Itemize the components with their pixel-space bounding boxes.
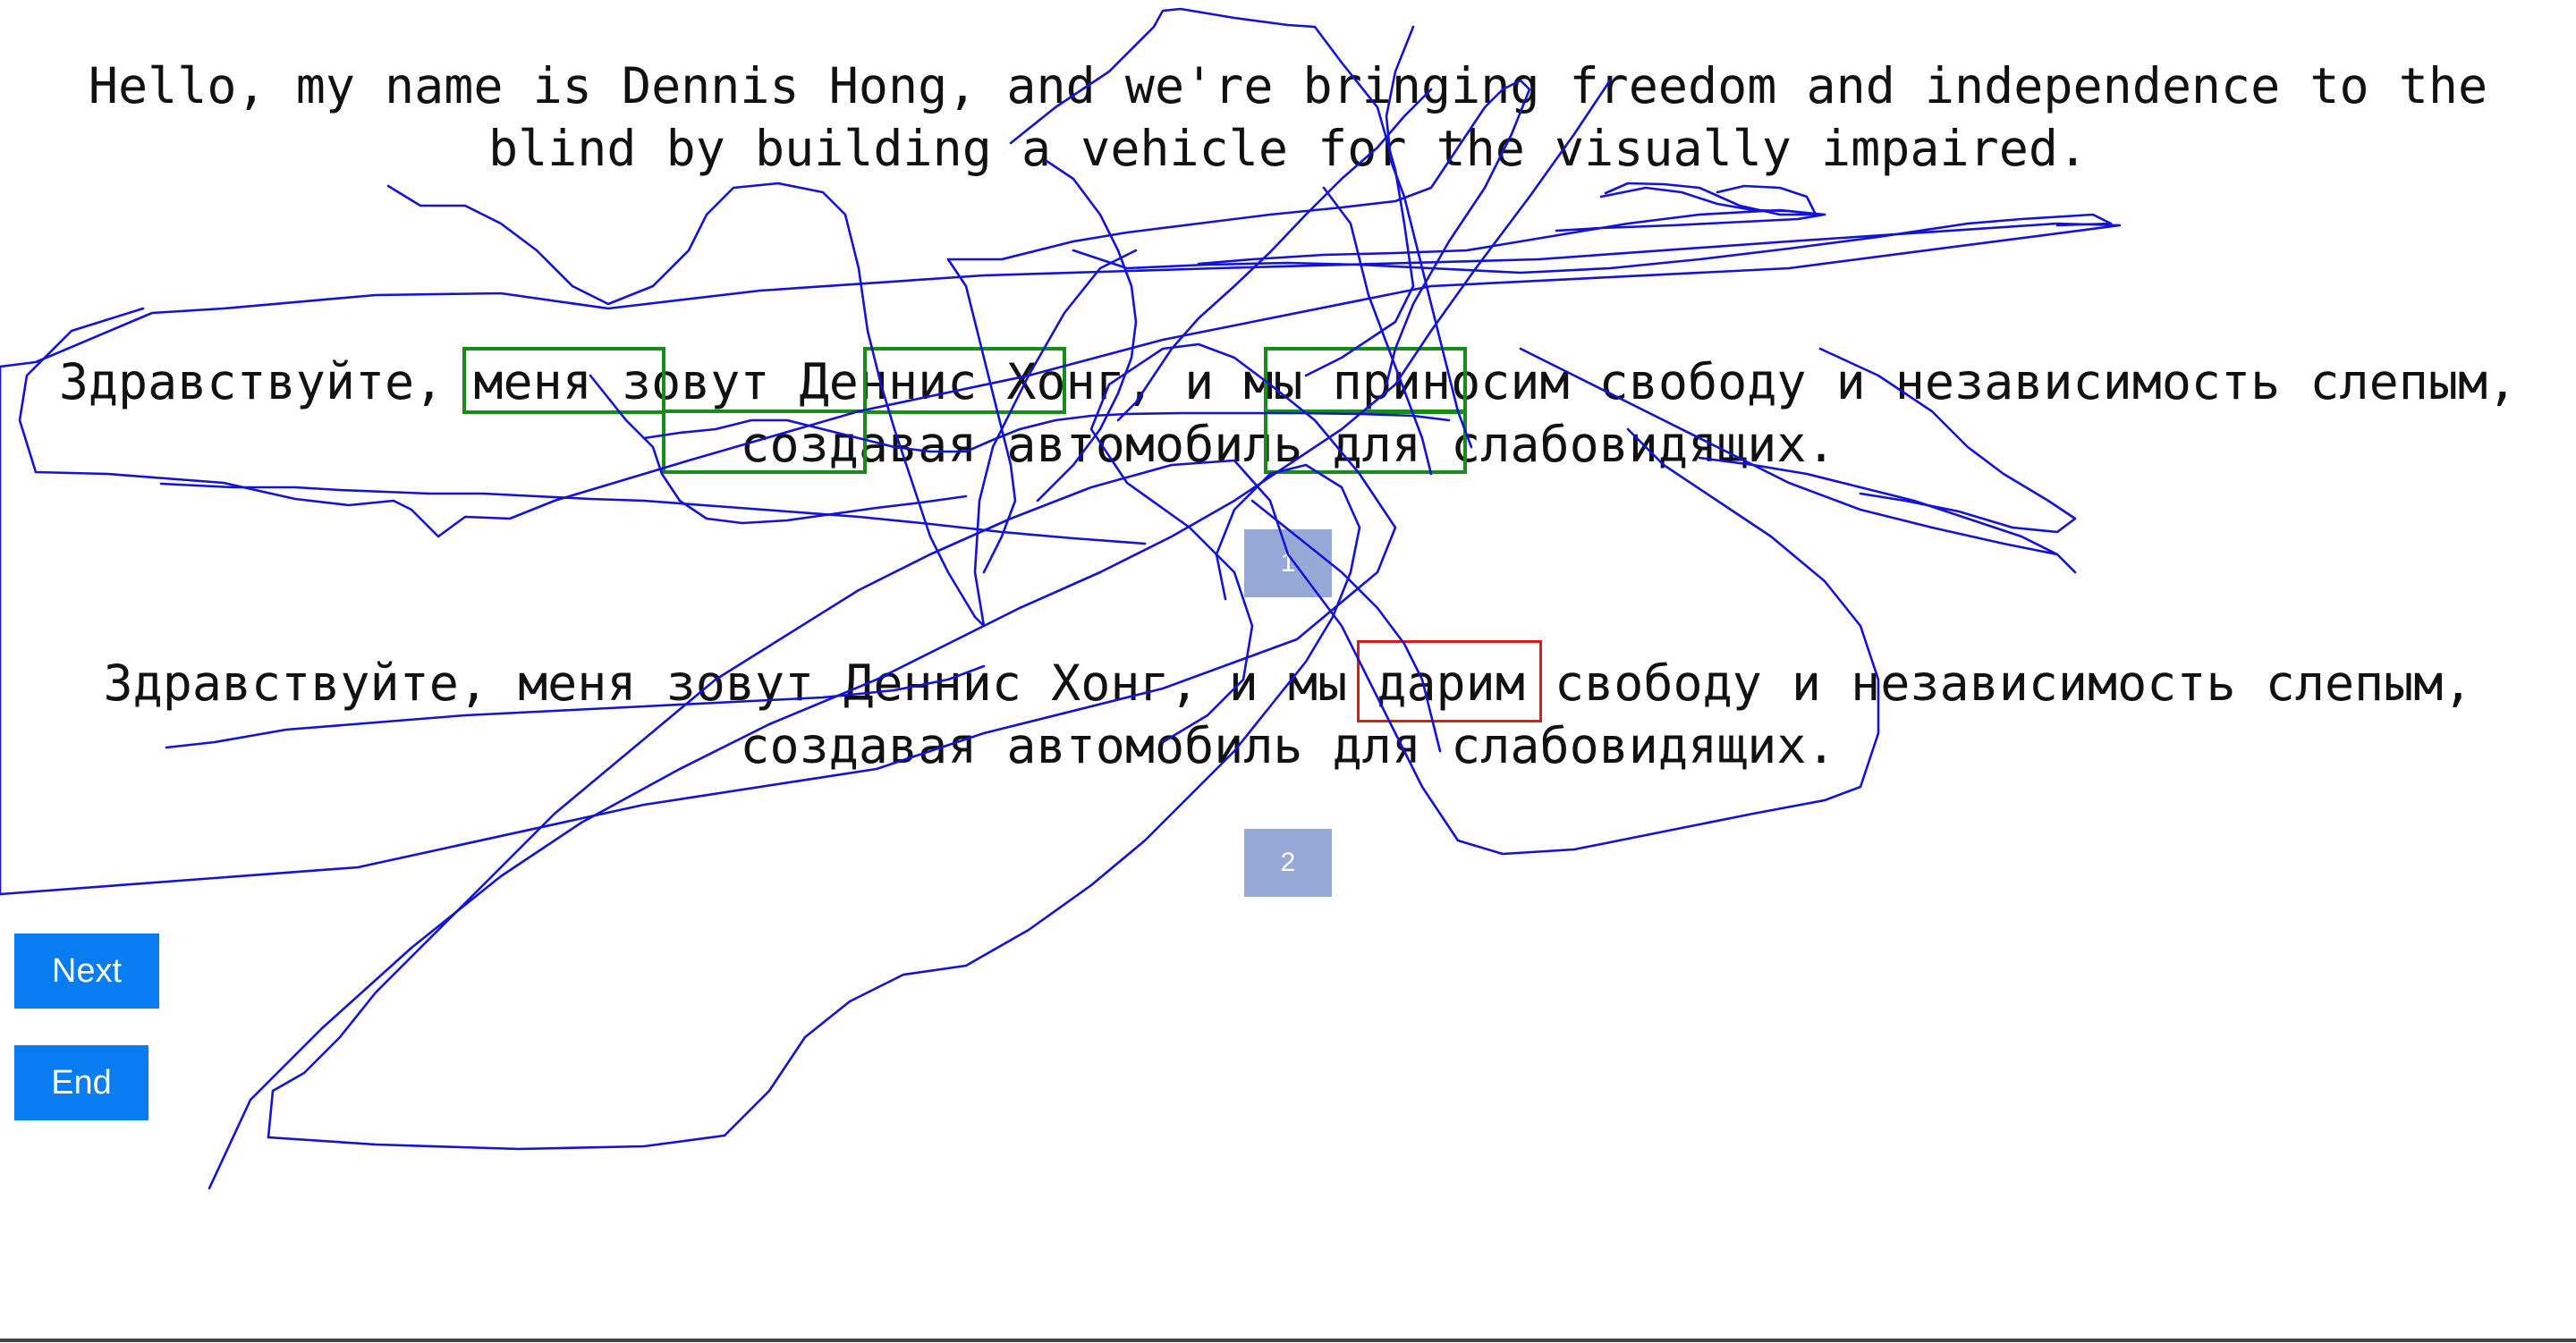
translation-1-number-badge[interactable]: 1 — [1244, 529, 1332, 597]
translation-2-sentence: Здравствуйте, меня зовут Деннис Хонг, и … — [103, 655, 2473, 774]
scribble-stroke — [267, 427, 1880, 1139]
end-button[interactable]: End — [14, 1045, 148, 1120]
scribble-stroke — [1197, 208, 1826, 266]
source-sentence: Hello, my name is Dennis Hong, and we're… — [88, 57, 2488, 177]
scribble-stroke — [1604, 182, 1818, 216]
next-button[interactable]: Next — [14, 933, 159, 1009]
scribble-stroke — [1072, 213, 2113, 275]
translation-1-sentence: Здравствуйте, меня зовут Деннис Хонг, и … — [58, 353, 2518, 473]
scribble-stroke — [208, 79, 1612, 1190]
bottom-divider — [0, 1339, 2576, 1342]
scribble-stroke — [159, 482, 1147, 545]
comparison-canvas: Hello, my name is Dennis Hong, and we're… — [0, 0, 2576, 1343]
translation-2-number-badge[interactable]: 2 — [1244, 829, 1332, 897]
scribble-stroke — [0, 222, 2122, 896]
scribble-stroke — [1599, 184, 1818, 216]
scribble-stroke — [267, 463, 1361, 1151]
